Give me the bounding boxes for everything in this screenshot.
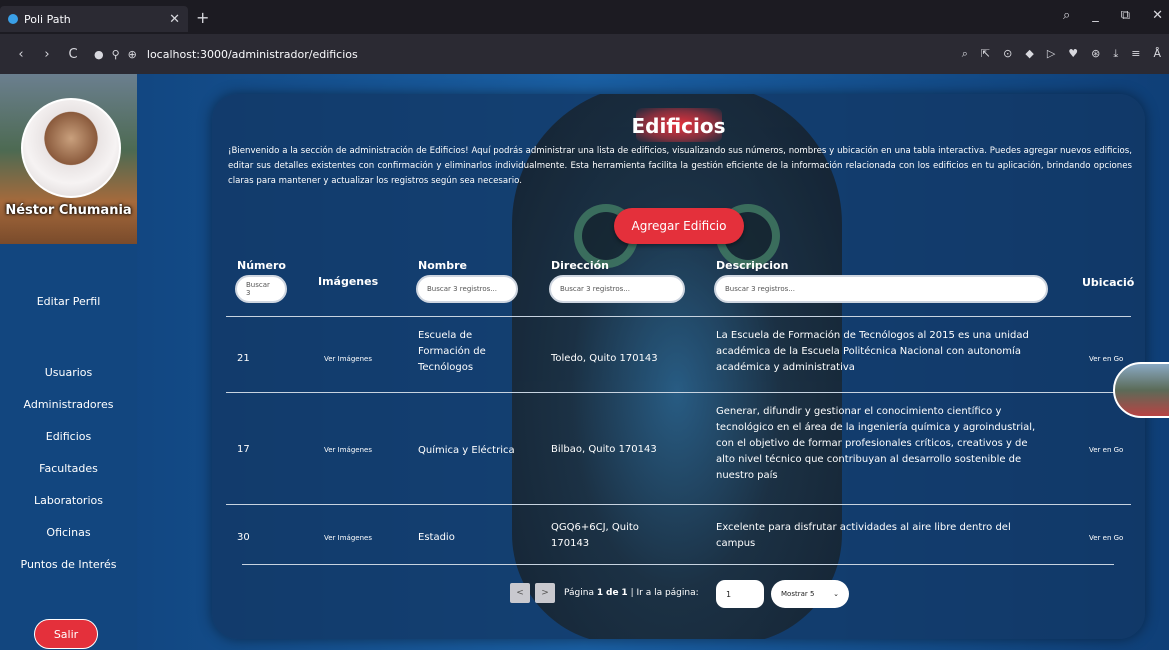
cell-nombre: Estadio bbox=[418, 532, 455, 543]
sidebar-item-edificios[interactable]: Edificios bbox=[0, 430, 137, 443]
filter-descripcion-input[interactable]: Buscar 3 registros... bbox=[714, 275, 1048, 303]
camera-icon[interactable]: ⊙ bbox=[1003, 47, 1012, 61]
filter-direccion-input[interactable]: Buscar 3 registros... bbox=[549, 275, 685, 303]
minimize-icon[interactable]: _ bbox=[1092, 8, 1099, 23]
browser-tabbar: Poli Path ✕ + ⌕ _ ⧉ ✕ bbox=[0, 0, 1169, 34]
sidebar-item-laboratorios[interactable]: Laboratorios bbox=[0, 494, 137, 507]
reload-icon[interactable]: C bbox=[60, 47, 86, 62]
browser-toolbar: ‹ › C ● ⚲ ⊕ localhost:3000/administrador… bbox=[0, 34, 1169, 74]
cell-numero: 30 bbox=[237, 532, 250, 543]
search-icon[interactable]: ⚲ bbox=[112, 48, 120, 61]
sidebar-item-puntos-de-interes[interactable]: Puntos de Interés bbox=[0, 558, 137, 571]
cell-numero: 21 bbox=[237, 353, 250, 364]
url-field[interactable]: localhost:3000/administrador/edificios bbox=[147, 48, 962, 61]
page-title: Edificios bbox=[631, 114, 726, 138]
next-page-button[interactable]: > bbox=[535, 583, 555, 603]
table-bottom-divider bbox=[242, 564, 1114, 565]
zoom-icon[interactable]: ⌕ bbox=[962, 47, 968, 61]
menu-icon[interactable]: ≡ bbox=[1131, 47, 1140, 61]
cell-nombre: Escuela de Formación de Tecnólogos bbox=[418, 330, 486, 373]
column-header-ubicacion: Ubicació bbox=[1082, 276, 1135, 289]
back-icon[interactable]: ‹ bbox=[8, 47, 34, 62]
view-images-link[interactable]: Ver Imágenes bbox=[324, 351, 372, 367]
view-location-link[interactable]: Ver en Go bbox=[1089, 442, 1123, 458]
page: Néstor Chumania Editar Perfil Usuarios A… bbox=[0, 74, 1169, 650]
close-tab-icon[interactable]: ✕ bbox=[169, 12, 180, 27]
cell-numero: 17 bbox=[237, 444, 250, 455]
filter-numero-input[interactable]: Buscar 3 bbox=[235, 275, 287, 303]
browser-tab[interactable]: Poli Path ✕ bbox=[0, 6, 188, 32]
total-pages: 1 bbox=[621, 588, 628, 598]
sidebar: Néstor Chumania Editar Perfil Usuarios A… bbox=[0, 74, 137, 650]
cell-descripcion: La Escuela de Formación de Tecnólogos al… bbox=[716, 330, 1029, 373]
floating-image-thumbnail[interactable] bbox=[1113, 362, 1169, 418]
view-location-link[interactable]: Ver en Go bbox=[1089, 530, 1123, 546]
column-header-nombre: Nombre bbox=[418, 259, 467, 272]
column-header-imagenes: Imágenes bbox=[318, 275, 379, 288]
view-location-link[interactable]: Ver en Go bbox=[1089, 351, 1123, 367]
download-icon[interactable]: ⤓ bbox=[1113, 47, 1118, 61]
tab-title: Poli Path bbox=[24, 12, 71, 26]
page-size-value: Mostrar 5 bbox=[781, 590, 815, 598]
favicon-icon bbox=[8, 14, 18, 24]
screenshot-icon[interactable]: ⇱ bbox=[981, 47, 990, 61]
view-images-link[interactable]: Ver Imágenes bbox=[324, 442, 372, 458]
page-of: de bbox=[606, 588, 619, 598]
sidebar-item-administradores[interactable]: Administradores bbox=[0, 398, 137, 411]
go-to-page-label: Ir a la página: bbox=[636, 588, 699, 598]
location-icon[interactable]: ● bbox=[94, 48, 104, 61]
cell-nombre: Química y Eléctrica bbox=[418, 445, 515, 456]
search-tabs-icon[interactable]: ⌕ bbox=[1063, 8, 1070, 23]
maximize-icon[interactable]: ⧉ bbox=[1121, 8, 1130, 23]
logout-button[interactable]: Salir bbox=[34, 619, 98, 649]
cell-descripcion: Generar, difundir y gestionar el conocim… bbox=[716, 406, 1036, 481]
sidebar-item-facultades[interactable]: Facultades bbox=[0, 462, 137, 475]
extension-icons: ⌕ ⇱ ⊙ ◆ ▷ ♥ ⊛ ⤓ ≡ Å bbox=[962, 47, 1161, 61]
intro-text: ¡Bienvenido a la sección de administraci… bbox=[228, 146, 1132, 186]
chevron-down-icon: ⌄ bbox=[833, 590, 839, 598]
filter-nombre-input[interactable]: Buscar 3 registros... bbox=[416, 275, 518, 303]
go-to-page-input[interactable]: 1 bbox=[716, 580, 764, 608]
content-card: Edificios ¡Bienvenido a la sección de ad… bbox=[212, 94, 1145, 639]
column-header-direccion: Dirección bbox=[551, 259, 609, 272]
prev-page-button[interactable]: < bbox=[510, 583, 530, 603]
current-page: 1 bbox=[596, 588, 604, 598]
pagination-separator: | bbox=[630, 588, 634, 598]
cell-direccion: Toledo, Quito 170143 bbox=[551, 353, 658, 364]
cell-descripcion: Excelente para disfrutar actividades al … bbox=[716, 522, 1011, 549]
row-divider bbox=[226, 504, 1131, 505]
translate-icon[interactable]: Å bbox=[1153, 47, 1161, 61]
avatar bbox=[21, 98, 121, 198]
heart-icon[interactable]: ♥ bbox=[1068, 47, 1078, 61]
page-label: Página bbox=[564, 588, 594, 598]
edit-profile-link[interactable]: Editar Perfil bbox=[0, 295, 137, 308]
window-controls: ⌕ _ ⧉ ✕ bbox=[1063, 8, 1163, 23]
cell-direccion: QGQ6+6CJ, Quito 170143 bbox=[551, 522, 639, 549]
header-divider bbox=[226, 316, 1131, 317]
row-divider bbox=[226, 392, 1131, 393]
column-header-numero: Número bbox=[237, 259, 286, 272]
profile-name: Néstor Chumania bbox=[5, 203, 132, 218]
sidebar-item-oficinas[interactable]: Oficinas bbox=[0, 526, 137, 539]
new-tab-button[interactable]: + bbox=[196, 8, 209, 27]
globe-icon[interactable]: ⊕ bbox=[128, 48, 137, 61]
view-images-link[interactable]: Ver Imágenes bbox=[324, 530, 372, 546]
close-window-icon[interactable]: ✕ bbox=[1152, 8, 1163, 23]
url-icons: ● ⚲ ⊕ bbox=[94, 48, 137, 61]
extensions-icon[interactable]: ⊛ bbox=[1091, 47, 1100, 61]
page-size-select[interactable]: Mostrar 5 ⌄ bbox=[771, 580, 849, 608]
add-building-button[interactable]: Agregar Edificio bbox=[614, 208, 744, 244]
forward-icon[interactable]: › bbox=[34, 47, 60, 62]
shield-icon[interactable]: ◆ bbox=[1025, 47, 1033, 61]
play-icon[interactable]: ▷ bbox=[1047, 47, 1055, 61]
cell-direccion: Bilbao, Quito 170143 bbox=[551, 444, 657, 455]
sidebar-item-usuarios[interactable]: Usuarios bbox=[0, 366, 137, 379]
column-header-descripcion: Descripcion bbox=[716, 259, 789, 272]
pagination-info: Página 1 de 1 | Ir a la página: bbox=[564, 588, 699, 598]
